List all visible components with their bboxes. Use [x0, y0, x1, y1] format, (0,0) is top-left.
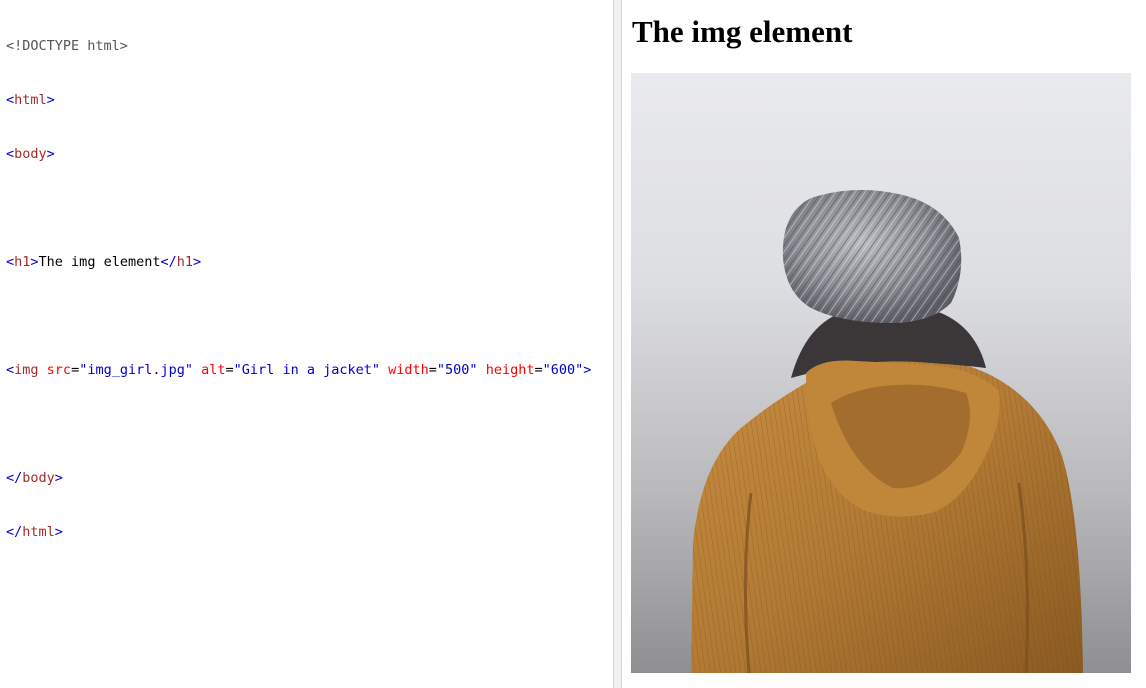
- code-text[interactable]: <!DOCTYPE html> <html> <body> <h1>The im…: [6, 1, 591, 577]
- bracket: <: [6, 92, 15, 108]
- bracket: <: [6, 254, 15, 270]
- bracket: >: [30, 254, 39, 270]
- code-line-img: <img src="img_girl.jpg" alt="Girl in a j…: [6, 362, 592, 378]
- tag-name: body: [14, 146, 47, 162]
- knit-hat-texture: [782, 189, 962, 323]
- h1-text: The img element: [38, 254, 161, 270]
- page-title: The img element: [632, 14, 853, 49]
- tag-name: body: [22, 470, 55, 486]
- attr-value: "img_girl.jpg": [79, 362, 193, 378]
- bracket: >: [193, 254, 202, 270]
- code-line-html-close: </html>: [6, 523, 591, 541]
- code-line-body-open: <body>: [6, 145, 591, 163]
- bracket: </: [6, 524, 23, 540]
- attr-value: "500": [436, 362, 478, 378]
- tag-name: html: [22, 524, 55, 540]
- code-line-html-open: <html>: [6, 91, 591, 109]
- tag-name: h1: [176, 254, 193, 270]
- code-line-h1: <h1>The img element</h1>: [6, 253, 591, 271]
- bracket: <: [6, 362, 15, 378]
- attr-name: alt: [201, 362, 226, 378]
- bracket: >: [54, 524, 63, 540]
- bracket: <: [6, 146, 15, 162]
- bracket: >: [54, 470, 63, 486]
- code-line-body-close: </body>: [6, 469, 591, 487]
- bracket: </: [6, 470, 23, 486]
- attr-name: src: [46, 362, 72, 378]
- code-editor[interactable]: <!DOCTYPE html> <html> <body> <h1>The im…: [0, 0, 613, 688]
- result-pane: The img element: [622, 0, 1146, 688]
- bracket: >: [583, 362, 592, 378]
- attr-value: "600": [542, 362, 584, 378]
- doctype-token: <!DOCTYPE html>: [6, 38, 128, 54]
- girl-in-jacket-image: [631, 73, 1131, 673]
- bracket: >: [46, 92, 55, 108]
- tag-name: img: [14, 362, 39, 378]
- bracket: >: [46, 146, 55, 162]
- code-line-doctype: <!DOCTYPE html>: [6, 37, 591, 55]
- tryit-editor: <!DOCTYPE html> <html> <body> <h1>The im…: [0, 0, 1146, 688]
- attr-value: "Girl in a jacket": [233, 362, 380, 378]
- attr-name: width: [388, 362, 429, 378]
- tag-name: h1: [14, 254, 31, 270]
- tag-name: html: [14, 92, 47, 108]
- bracket: </: [160, 254, 177, 270]
- attr-name: height: [485, 362, 535, 378]
- pane-splitter[interactable]: [613, 0, 622, 688]
